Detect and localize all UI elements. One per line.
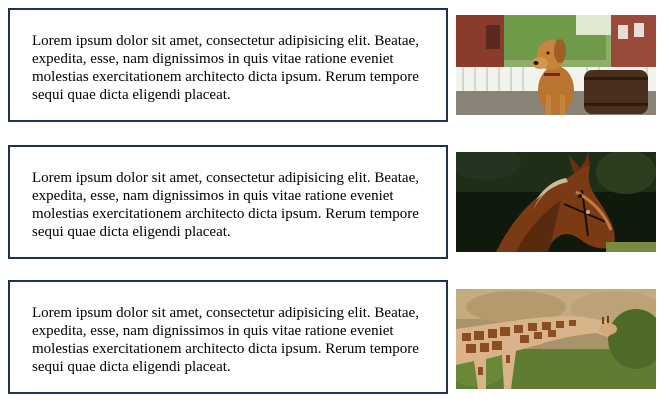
card-text: Lorem ipsum dolor sit amet, consectetur … (32, 33, 419, 103)
text-card: Lorem ipsum dolor sit amet, consectetur … (8, 8, 448, 122)
card-row: Lorem ipsum dolor sit amet, consectetur … (0, 6, 669, 124)
text-card: Lorem ipsum dolor sit amet, consectetur … (8, 280, 448, 394)
text-card: Lorem ipsum dolor sit amet, consectetur … (8, 145, 448, 259)
horse-photo (456, 152, 656, 252)
dog-photo (456, 15, 656, 115)
giraffe-photo (456, 289, 656, 389)
card-row: Lorem ipsum dolor sit amet, consectetur … (0, 143, 669, 261)
card-text: Lorem ipsum dolor sit amet, consectetur … (32, 170, 419, 240)
card-text: Lorem ipsum dolor sit amet, consectetur … (32, 305, 419, 375)
card-row: Lorem ipsum dolor sit amet, consectetur … (0, 278, 669, 396)
